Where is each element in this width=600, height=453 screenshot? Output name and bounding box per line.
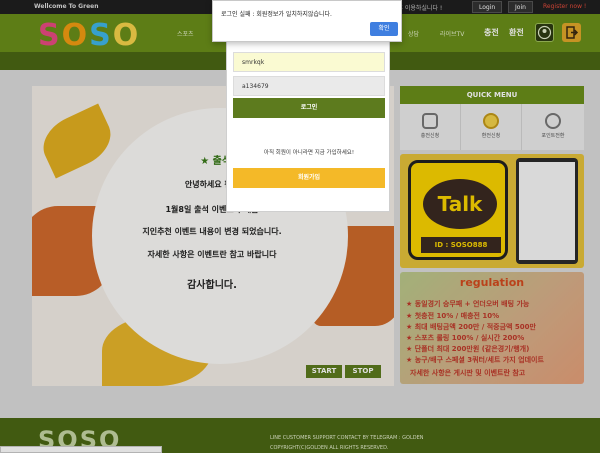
alert-message: 로그인 실패 : 회원정보가 일치하지않습니다. [221,11,332,18]
password-field[interactable]: a134679 [233,76,385,96]
alert-dialog: 로그인 실패 : 회원정보가 일치하지않습니다. 확인 [212,0,402,42]
login-submit-button[interactable]: 로그인 [233,98,385,118]
signup-button[interactable]: 회원가입 [233,168,385,188]
not-member-text: 아직 회원이 아니라면 지금 가입하세요! [263,150,355,156]
username-field[interactable]: smrkqk [233,52,385,72]
login-modal: smrkqk a134679 로그인 아직 회원이 아니라면 지금 가입하세요!… [226,38,390,212]
alert-ok-button[interactable]: 확인 [370,22,398,36]
